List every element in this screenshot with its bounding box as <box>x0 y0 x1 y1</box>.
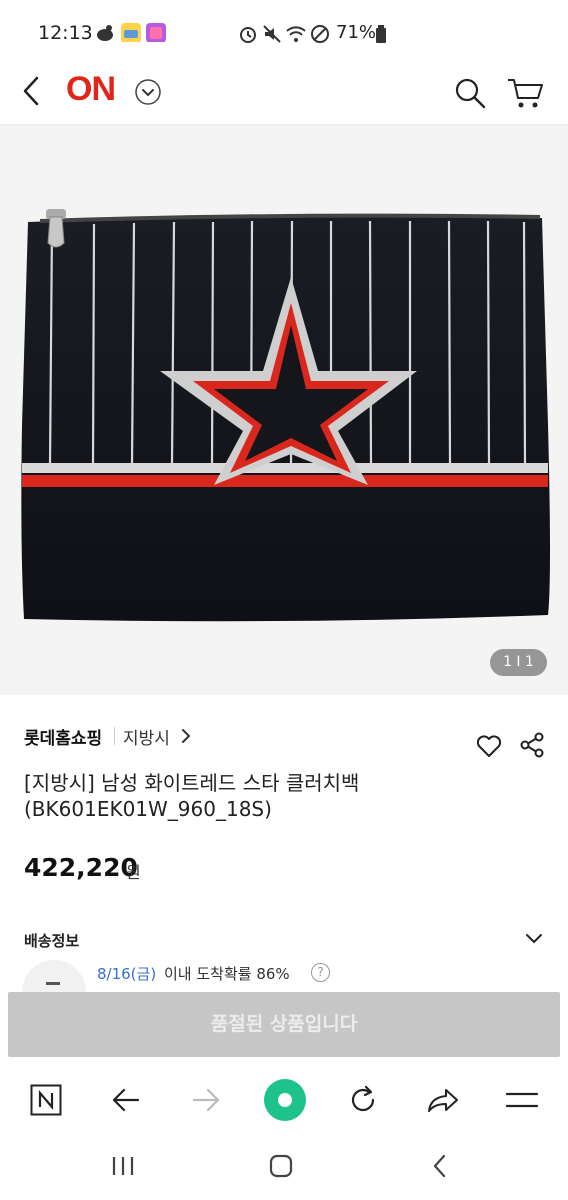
recent-apps-icon[interactable] <box>110 1154 136 1178</box>
alarm-icon <box>240 27 256 43</box>
status-bar: 12:13 71% <box>0 0 568 62</box>
product-title-line2: (BK601EK01W_960_18S) <box>24 797 272 821</box>
share-arrow-icon[interactable] <box>426 1086 460 1114</box>
do-not-disturb-icon <box>311 25 329 43</box>
share-icon[interactable] <box>519 731 547 759</box>
brand-link[interactable]: 지방시 <box>123 724 170 749</box>
status-time: 12:13 <box>38 22 93 44</box>
product-price: 422,220 <box>24 853 138 882</box>
on-logo[interactable]: ON <box>66 70 116 109</box>
naver-n-icon[interactable] <box>30 1084 62 1116</box>
clutch-bag-image <box>21 209 551 622</box>
wifi-icon <box>286 26 306 42</box>
home-button-icon[interactable] <box>268 1153 294 1179</box>
app-notification-icon <box>121 23 141 42</box>
price-currency: 원 <box>126 863 141 882</box>
product-image[interactable] <box>0 125 568 695</box>
heart-icon[interactable] <box>475 733 503 759</box>
help-icon[interactable]: ? <box>311 963 330 982</box>
product-title-line1: [지방시] 남성 화이트레드 스타 클러치백 <box>24 771 360 795</box>
sold-out-button[interactable]: 품절된 상품입니다 <box>8 992 560 1057</box>
delivery-truck-icon <box>22 960 86 992</box>
menu-icon[interactable] <box>505 1088 539 1112</box>
back-icon[interactable] <box>20 76 44 106</box>
image-counter: 1 I 1 <box>490 649 547 676</box>
browser-home-icon[interactable] <box>263 1078 307 1122</box>
cart-icon[interactable] <box>506 76 544 110</box>
mute-icon <box>263 25 281 43</box>
system-back-icon[interactable] <box>430 1153 450 1179</box>
divider <box>114 727 115 745</box>
app-notification-icon-2 <box>146 23 166 42</box>
battery-percent: 71% <box>336 22 377 43</box>
refresh-icon[interactable] <box>347 1084 379 1116</box>
battery-icon <box>376 25 386 43</box>
delivery-date: 8/16(금) <box>97 965 157 983</box>
chevron-down-icon-delivery[interactable] <box>525 932 543 946</box>
delivery-info-label: 배송정보 <box>24 932 80 950</box>
chevron-right-icon[interactable] <box>180 728 192 744</box>
seller-name[interactable]: 롯데홈쇼핑 <box>24 724 102 749</box>
coffee-icon <box>97 25 113 41</box>
chevron-down-icon[interactable] <box>134 78 162 106</box>
delivery-probability: 이내 도착확률 86% <box>164 965 290 983</box>
search-icon[interactable] <box>453 76 487 110</box>
back-arrow-icon[interactable] <box>110 1086 142 1114</box>
forward-arrow-icon[interactable] <box>190 1086 222 1114</box>
